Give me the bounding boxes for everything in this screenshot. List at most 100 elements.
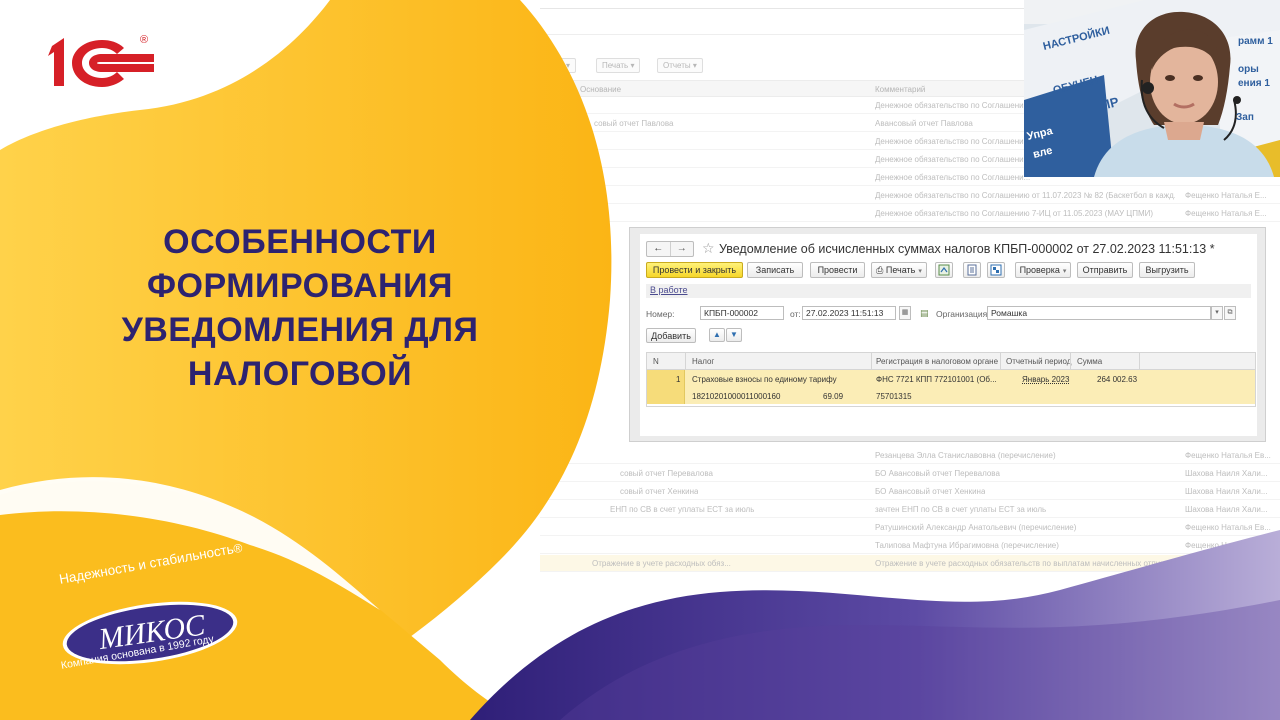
back-button[interactable]: ←	[647, 242, 671, 256]
bg-comment: Денежное обязательство по Соглашени...	[875, 101, 1031, 110]
save-button[interactable]: Записать	[747, 262, 803, 278]
bg-reports-label: Отчеты	[663, 61, 691, 70]
bg-col-basis: Основание	[580, 85, 622, 94]
check-button[interactable]: Проверка ▾	[1015, 262, 1071, 278]
bg-author: Фещенко Наталья Е...	[1185, 209, 1267, 218]
bg-author: Фещенко Наталья Ев...	[1185, 451, 1271, 460]
tax-notice-window: ← → ☆ Уведомление об исчисленных суммах …	[629, 227, 1266, 442]
bg-author: Фещенко Наталья Ев...	[1185, 523, 1271, 532]
bg-comment: Авансовый отчет Павлова	[875, 119, 973, 128]
report-button[interactable]	[963, 262, 981, 278]
upload-button[interactable]: Выгрузить	[1139, 262, 1195, 278]
print-button[interactable]: ⎙ Печать ▾	[871, 262, 927, 278]
state-link[interactable]: В работе	[650, 285, 688, 295]
bg-dropdown-button[interactable]: ▾	[560, 58, 577, 73]
bg-print-button[interactable]: Печать ▾	[596, 58, 641, 73]
document-icon	[967, 264, 977, 276]
taxes-table-header: N Налог Регистрация в налоговом органе О…	[647, 353, 1255, 370]
webcam-sign-text: оры	[1238, 64, 1259, 75]
webcam-video: НАСТРОЙКИ ОБУЧЕН ПР Упра вле рамм 1 оры …	[1024, 0, 1280, 177]
table-row[interactable]: Талипова Мафтуна Ибрагимовна (перечислен…	[540, 537, 1280, 554]
table-row[interactable]: Денежное обязательство по Соглашению от …	[540, 187, 1280, 204]
webcam-sign-text: ения 1	[1238, 78, 1270, 89]
mikos-logo: Надежность и стабильность® МИКОС Компани…	[52, 541, 262, 692]
table-row[interactable]: совый отчет Хенкина БО Авансовый отчет Хе…	[540, 483, 1280, 500]
bg-comment: Денежное обязательство по Соглашению от …	[875, 191, 1175, 200]
printer-icon: ⎙	[876, 265, 886, 275]
organization-icon: ▤	[920, 308, 929, 318]
organization-dropdown[interactable]: ▾	[1211, 306, 1223, 320]
logo-1c: ®	[46, 34, 161, 94]
table-row[interactable]: Денежное обязательство по Соглашению 7-И…	[540, 205, 1280, 222]
command-bar: Провести и закрыть Записать Провести ⎙ П…	[646, 262, 1256, 280]
bg-basis: совый отчет Перевалова	[620, 469, 713, 478]
bg-comment: Денежное обязательство по Соглашени...	[875, 173, 1031, 182]
slide-headline: ОСОБЕННОСТИ ФОРМИРОВАНИЯ УВЕДОМЛЕНИЯ ДЛЯ…	[60, 220, 540, 396]
bg-author: Фещенко Наталья Ев...	[1185, 541, 1271, 550]
nav-buttons: ← →	[646, 241, 694, 257]
date-field[interactable]: 27.02.2023 11:51:13	[802, 306, 896, 320]
bg-reports-button[interactable]: Отчеты ▾	[657, 58, 703, 73]
document-state-bar: В работе	[646, 284, 1251, 298]
row-number: 1	[676, 375, 681, 384]
organization-field[interactable]: Ромашка	[987, 306, 1211, 320]
bg-basis: совый отчет Хенкина	[620, 487, 699, 496]
forward-button[interactable]: →	[671, 242, 694, 256]
number-field[interactable]: КПБП-000002	[700, 306, 784, 320]
organization-open-button[interactable]: ⧉	[1224, 306, 1236, 320]
bg-comment: Талипова Мафтуна Ибрагимовна (перечислен…	[875, 541, 1059, 550]
row-amount: 264 002.63	[1097, 375, 1138, 384]
mikos-slogan: Надежность и стабильность®	[58, 540, 244, 587]
webcam-frame: НАСТРОЙКИ ОБУЧЕН ПР Упра вле рамм 1 оры …	[1024, 0, 1280, 177]
add-row-button[interactable]: Добавить	[646, 328, 696, 343]
row-tax: Страховые взносы по единому тарифу	[692, 375, 837, 384]
row-oktmo: 75701315	[876, 392, 912, 401]
bg-author: Шахова Наиля Хали...	[1185, 559, 1268, 568]
table-row[interactable]: Резанцева Элла Станиславовна (перечислен…	[540, 447, 1280, 464]
check-label: Проверка	[1019, 265, 1060, 275]
headline-line: ОСОБЕННОСТИ	[163, 223, 437, 261]
dt-kt-button[interactable]	[935, 262, 953, 278]
row-code: 69.09	[823, 392, 844, 401]
arrow-down-icon: ▼	[730, 330, 738, 339]
bg-author: Шахова Наиля Хали...	[1185, 487, 1268, 496]
webcam-sign-text: Зап	[1236, 112, 1254, 123]
arrow-up-icon: ▲	[713, 330, 721, 339]
logo-1c-reg: ®	[140, 34, 149, 46]
col-registration: Регистрация в налоговом органе	[876, 357, 999, 366]
bg-basis: ЕНП по СВ в счет уплаты ЕСТ за июль	[610, 505, 755, 514]
table-row[interactable]: Ратушинский Александр Анатольевич (переч…	[540, 519, 1280, 536]
bg-author: Шахова Наиля Хали...	[1185, 505, 1268, 514]
bg-comment: Резанцева Элла Станиславовна (перечислен…	[875, 451, 1056, 460]
structure-icon	[990, 264, 1002, 276]
col-period: Отчетный период	[1006, 357, 1072, 366]
table-row[interactable]: ЕНП по СВ в счет уплаты ЕСТ за июль зачте…	[540, 501, 1280, 518]
webcam-sign-text: рамм 1	[1238, 36, 1273, 47]
row-period[interactable]: Январь 2023	[1022, 375, 1069, 384]
table-row[interactable]: совый отчет Перевалова БО Авансовый отчет…	[540, 465, 1280, 482]
favorite-star-icon[interactable]: ☆	[702, 239, 715, 257]
row-registration: ФНС 7721 КПП 772101001 (Об...	[876, 375, 997, 384]
calendar-button[interactable]: ▦	[899, 306, 911, 320]
document-title: Уведомление об исчисленных суммах налого…	[719, 242, 1215, 256]
organization-label: Организация:	[936, 309, 990, 319]
bg-comment: зачтен ЕНП по СВ в счет уплаты ЕСТ за ию…	[875, 505, 1047, 514]
bg-comment: Денежное обязательство по Соглашени...	[875, 155, 1031, 164]
number-label: Номер:	[646, 309, 675, 319]
bg-comment: Отражение в учете расходных обязательств…	[875, 559, 1175, 568]
row-kbk: 18210201000011000160	[692, 392, 781, 401]
bg-author: Шахова Наиля Хали...	[1185, 469, 1268, 478]
structure-button[interactable]	[987, 262, 1005, 278]
headline-line: НАЛОГОВОЙ	[187, 355, 413, 393]
bg-comment: БО Авансовый отчет Хенкина	[875, 487, 986, 496]
bg-print-label: Печать	[602, 61, 629, 70]
headline-line: ФОРМИРОВАНИЯ	[147, 267, 453, 305]
table-row[interactable]: 1 Страховые взносы по единому тарифу 182…	[647, 370, 1255, 404]
move-down-button[interactable]: ▼	[726, 328, 742, 342]
move-up-button[interactable]: ▲	[709, 328, 725, 342]
date-label: от:	[790, 309, 801, 319]
send-button[interactable]: Отправить	[1077, 262, 1133, 278]
post-button[interactable]: Провести	[810, 262, 865, 278]
table-row[interactable]: Отражение в учете расходных обяз... Отраж…	[540, 555, 1280, 572]
post-and-close-button[interactable]: Провести и закрыть	[646, 262, 743, 278]
